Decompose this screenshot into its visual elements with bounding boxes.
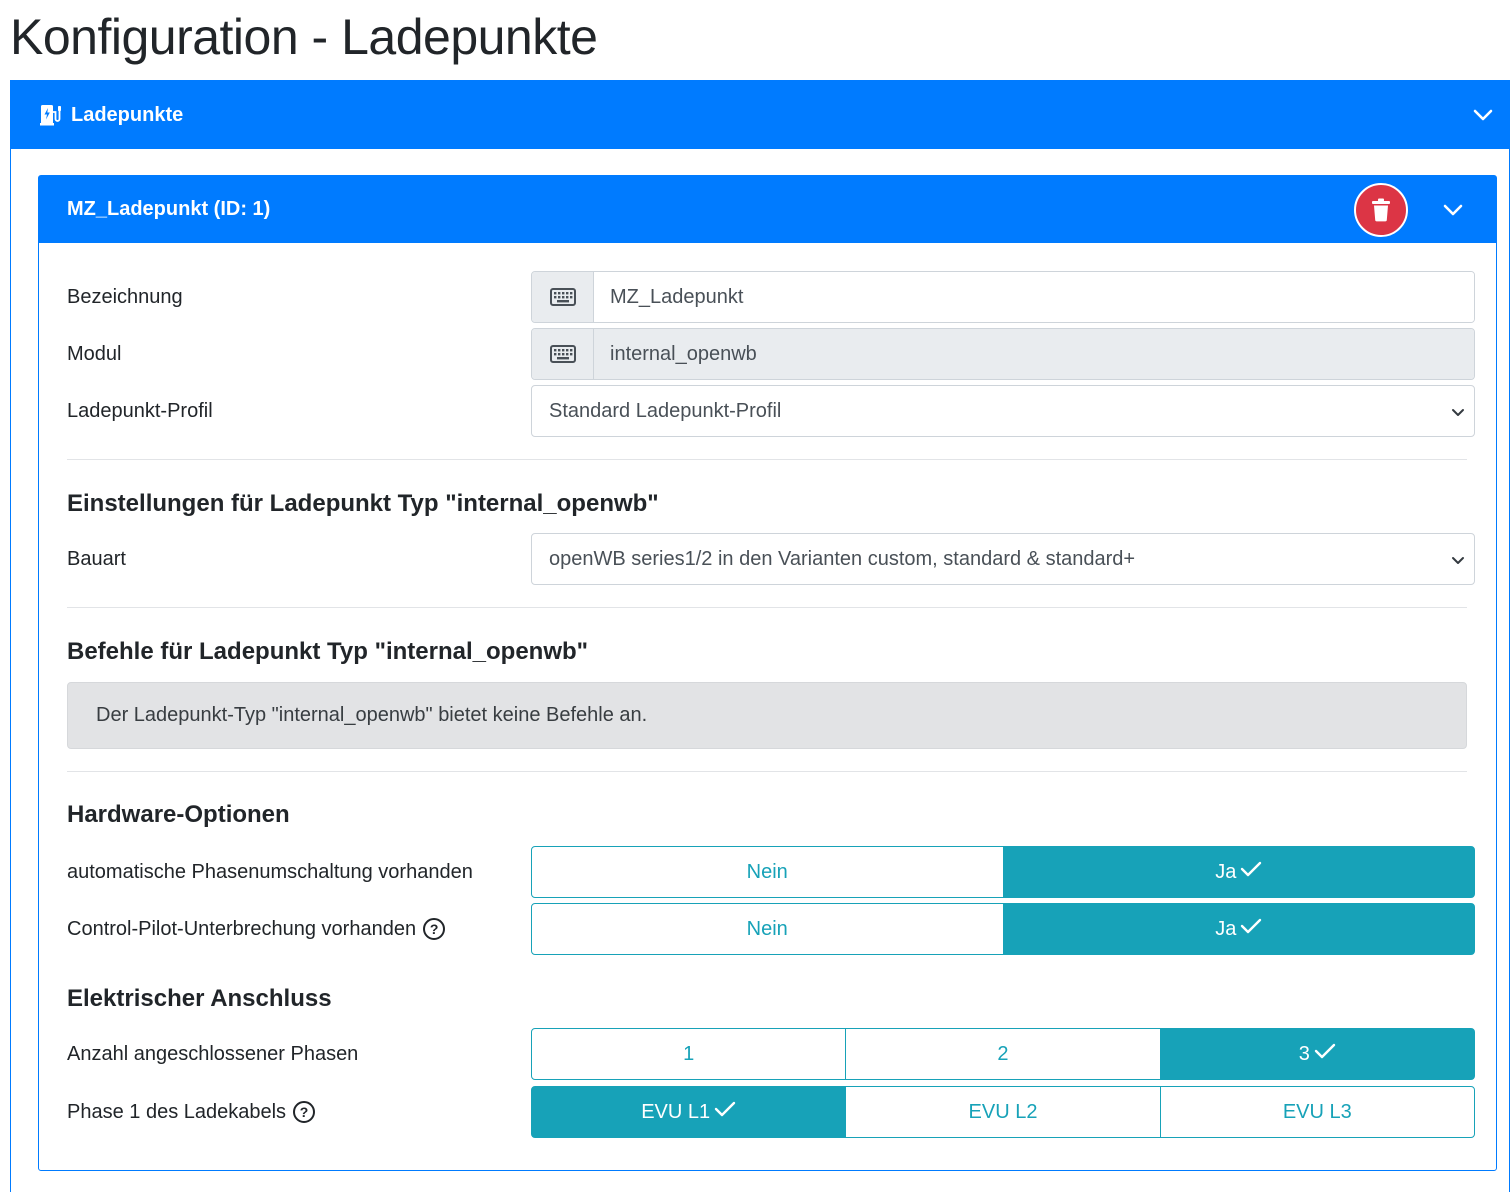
chevron-down-icon [1450, 551, 1466, 567]
cp-unterbrechung-row: Control-Pilot-Unterbrechung vorhanden? N… [67, 903, 1475, 955]
modul-input [594, 329, 1474, 379]
cp-unterbrechung-nein-button[interactable]: Nein [531, 903, 1004, 955]
question-circle-icon[interactable]: ? [423, 918, 446, 940]
divider [67, 459, 1467, 460]
ladepunkte-card-title: Ladepunkte [71, 103, 184, 126]
cp-unterbrechung-ja-button[interactable]: Ja [1002, 903, 1475, 955]
ladepunkte-card: Ladepunkte MZ_Ladepunkt (ID: 1) Bezeichn… [10, 80, 1510, 1192]
check-icon [1314, 1042, 1336, 1066]
elektrisch-heading: Elektrischer Anschluss [67, 985, 332, 1012]
evu-l1-button[interactable]: EVU L1 [531, 1086, 847, 1138]
profil-select[interactable]: Standard Ladepunkt-Profil [531, 385, 1475, 437]
phasenumschaltung-nein-button[interactable]: Nein [531, 846, 1004, 898]
phasenumschaltung-toggle: Nein Ja [531, 846, 1475, 898]
bauart-row: Bauart openWB series1/2 in den Varianten… [67, 533, 1475, 585]
check-icon [1240, 917, 1262, 941]
keyboard-icon [532, 329, 594, 379]
modul-label: Modul [67, 342, 122, 365]
profil-label: Ladepunkt-Profil [67, 399, 213, 422]
divider [67, 607, 1467, 608]
page-title: Konfiguration - Ladepunkte [10, 9, 598, 65]
befehle-heading: Befehle für Ladepunkt Typ "internal_open… [67, 638, 589, 665]
chevron-down-icon[interactable] [1472, 104, 1494, 126]
modul-row: Modul [67, 328, 1475, 380]
chevron-down-icon [1450, 403, 1466, 419]
phasen-1-button[interactable]: 1 [531, 1028, 847, 1080]
phasenumschaltung-ja-button[interactable]: Ja [1002, 846, 1475, 898]
phasenumschaltung-row: automatische Phasenumschaltung vorhanden… [67, 846, 1475, 898]
evu-l2-button[interactable]: EVU L2 [845, 1086, 1161, 1138]
anzahl-phasen-toggle: 1 2 3 [531, 1028, 1475, 1080]
anzahl-phasen-label: Anzahl angeschlossener Phasen [67, 1042, 359, 1065]
phasen-2-button[interactable]: 2 [845, 1028, 1161, 1080]
phasen-3-button[interactable]: 3 [1159, 1028, 1475, 1080]
anzahl-phasen-row: Anzahl angeschlossener Phasen 1 2 3 [67, 1028, 1475, 1080]
bezeichnung-input[interactable] [594, 272, 1474, 322]
ladepunkt-card-header[interactable]: MZ_Ladepunkt (ID: 1) [39, 176, 1496, 243]
profil-select-value: Standard Ladepunkt-Profil [549, 399, 782, 422]
chevron-down-icon[interactable] [1442, 199, 1464, 221]
phasenumschaltung-label: automatische Phasenumschaltung vorhanden [67, 860, 473, 883]
ladepunkt-card-title: MZ_Ladepunkt (ID: 1) [67, 198, 271, 220]
cp-unterbrechung-label: Control-Pilot-Unterbrechung vorhanden? [67, 903, 446, 955]
check-icon [714, 1100, 736, 1124]
ladepunkte-card-header[interactable]: Ladepunkte [11, 81, 1509, 149]
ladepunkt-card: MZ_Ladepunkt (ID: 1) Bezeichnung MZ_Lade… [38, 175, 1497, 1171]
cp-unterbrechung-toggle: Nein Ja [531, 903, 1475, 955]
einstellungen-heading: Einstellungen für Ladepunkt Typ "interna… [67, 490, 659, 517]
keyboard-icon [532, 272, 594, 322]
profil-row: Ladepunkt-Profil Standard Ladepunkt-Prof… [67, 385, 1475, 437]
phase1-toggle: EVU L1 EVU L2 EVU L3 [531, 1086, 1475, 1138]
befehle-info-box: Der Ladepunkt-Typ "internal_openwb" biet… [67, 682, 1467, 749]
divider [67, 771, 1467, 772]
phase1-label: Phase 1 des Ladekabels? [67, 1086, 316, 1138]
bauart-select-value: openWB series1/2 in den Varianten custom… [549, 547, 1136, 570]
bauart-label: Bauart [67, 547, 126, 570]
check-icon [1240, 860, 1262, 884]
charging-station-icon [39, 103, 63, 127]
trash-icon [1371, 198, 1391, 222]
hardware-heading: Hardware-Optionen [67, 801, 290, 828]
bezeichnung-row: Bezeichnung [67, 271, 1475, 323]
delete-button[interactable] [1354, 183, 1408, 237]
phase1-row: Phase 1 des Ladekabels? EVU L1 EVU L2 EV… [67, 1086, 1475, 1138]
evu-l3-button[interactable]: EVU L3 [1159, 1086, 1475, 1138]
question-circle-icon[interactable]: ? [293, 1101, 316, 1123]
bezeichnung-label: Bezeichnung [67, 285, 183, 308]
bauart-select[interactable]: openWB series1/2 in den Varianten custom… [531, 533, 1475, 585]
